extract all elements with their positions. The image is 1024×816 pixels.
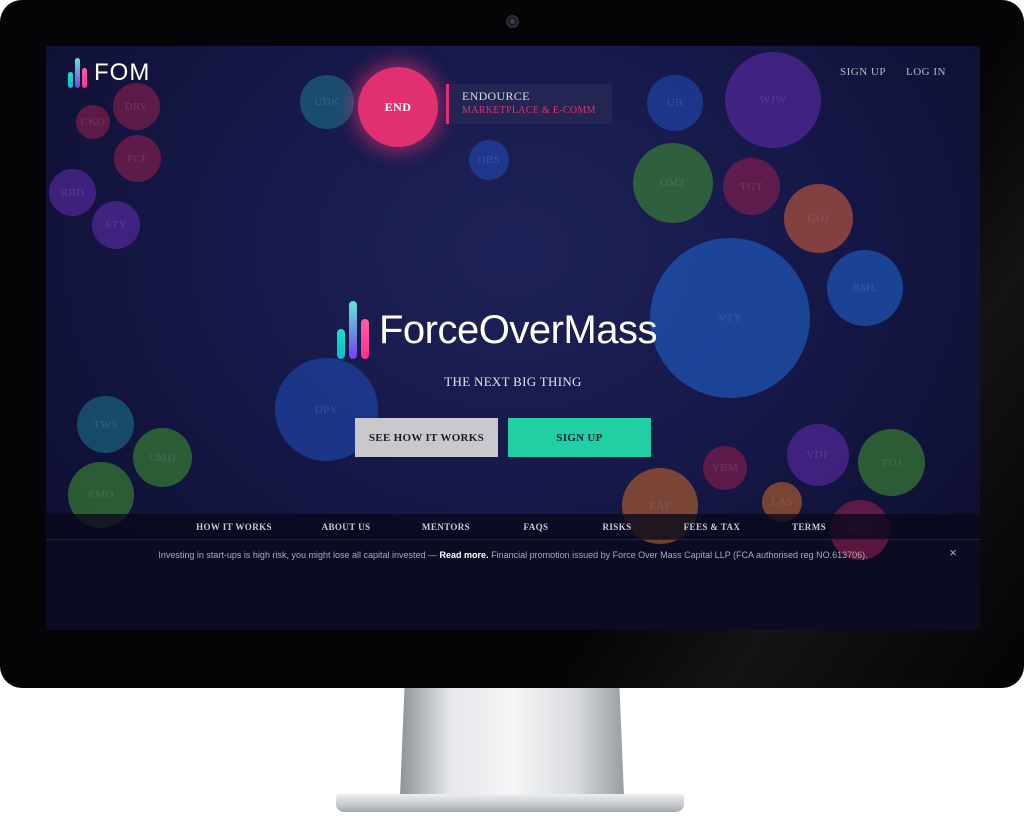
company-bubble[interactable]: WJW	[725, 52, 821, 148]
tooltip-company-name: ENDOURCE	[462, 89, 530, 103]
close-icon[interactable]: ×	[946, 546, 960, 560]
company-bubble[interactable]: UDK	[300, 75, 354, 129]
footer-link-terms[interactable]: TERMS	[792, 522, 826, 532]
risk-notice-promotion: Financial promotion issued by Force Over…	[491, 550, 868, 560]
logo-text: FOM	[94, 59, 151, 86]
footer-link-how-it-works[interactable]: HOW IT WORKS	[196, 522, 272, 532]
bubble-tooltip: ENDOURCE MARKETPLACE & E-COMM	[446, 84, 612, 124]
company-bubble[interactable]: STY	[92, 201, 140, 249]
company-bubble[interactable]: YBM	[703, 446, 747, 490]
nav-login-link[interactable]: LOG IN	[906, 66, 946, 78]
company-bubble[interactable]: GOJ	[784, 184, 853, 253]
company-bubble[interactable]: VDF	[787, 424, 849, 486]
company-bubble[interactable]: TGT	[723, 158, 780, 215]
company-bubble[interactable]: DRV	[113, 83, 160, 130]
company-bubble[interactable]: BML	[827, 250, 903, 326]
hero-logo: ForceOverMass	[337, 300, 658, 360]
company-bubble[interactable]: UB	[647, 75, 703, 131]
footer-link-fees-tax[interactable]: FEES & TAX	[684, 522, 741, 532]
hero-signup-button[interactable]: SIGN UP	[508, 418, 651, 457]
monitor-stand-base	[336, 794, 684, 812]
company-bubble[interactable]: OMT	[633, 143, 713, 223]
company-bubble[interactable]: TWS	[77, 396, 134, 453]
read-more-link[interactable]: Read more.	[440, 550, 489, 560]
risk-notice: Investing in start-ups is high risk, you…	[46, 550, 980, 560]
company-bubble[interactable]: CMD	[133, 428, 192, 487]
screen: DRV CKO PCF RBD STY UDK END OBS UB WJW O…	[46, 46, 980, 630]
risk-notice-text: Investing in start-ups is high risk, you…	[158, 550, 438, 560]
footer-link-about-us[interactable]: ABOUT US	[322, 522, 371, 532]
company-bubble[interactable]: CKO	[76, 105, 110, 139]
hero-title: ForceOverMass	[379, 307, 658, 352]
company-bubble[interactable]: TDJ	[858, 429, 925, 496]
company-bubble[interactable]: PCF	[114, 135, 161, 182]
footer-nav: HOW IT WORKS ABOUT US MENTORS FAQS RISKS…	[46, 514, 980, 540]
footer-link-faqs[interactable]: FAQS	[524, 522, 549, 532]
camera-icon	[506, 15, 519, 28]
hero-logo-bars-icon	[337, 301, 371, 359]
see-how-it-works-button[interactable]: SEE HOW IT WORKS	[355, 418, 498, 457]
company-bubble[interactable]: RBD	[49, 169, 96, 216]
tooltip-category: MARKETPLACE & E-COMM	[462, 105, 596, 116]
logo-bars-icon	[68, 58, 90, 88]
site-logo[interactable]: FOM	[68, 56, 150, 90]
footer-link-risks[interactable]: RISKS	[602, 522, 631, 532]
monitor-stand	[400, 688, 624, 796]
nav-signup-link[interactable]: SIGN UP	[840, 66, 886, 78]
hero-tagline: THE NEXT BIG THING	[444, 374, 582, 389]
company-bubble[interactable]: OBS	[469, 140, 509, 180]
company-bubble-end[interactable]: END	[358, 67, 438, 147]
footer-link-mentors[interactable]: MENTORS	[422, 522, 470, 532]
